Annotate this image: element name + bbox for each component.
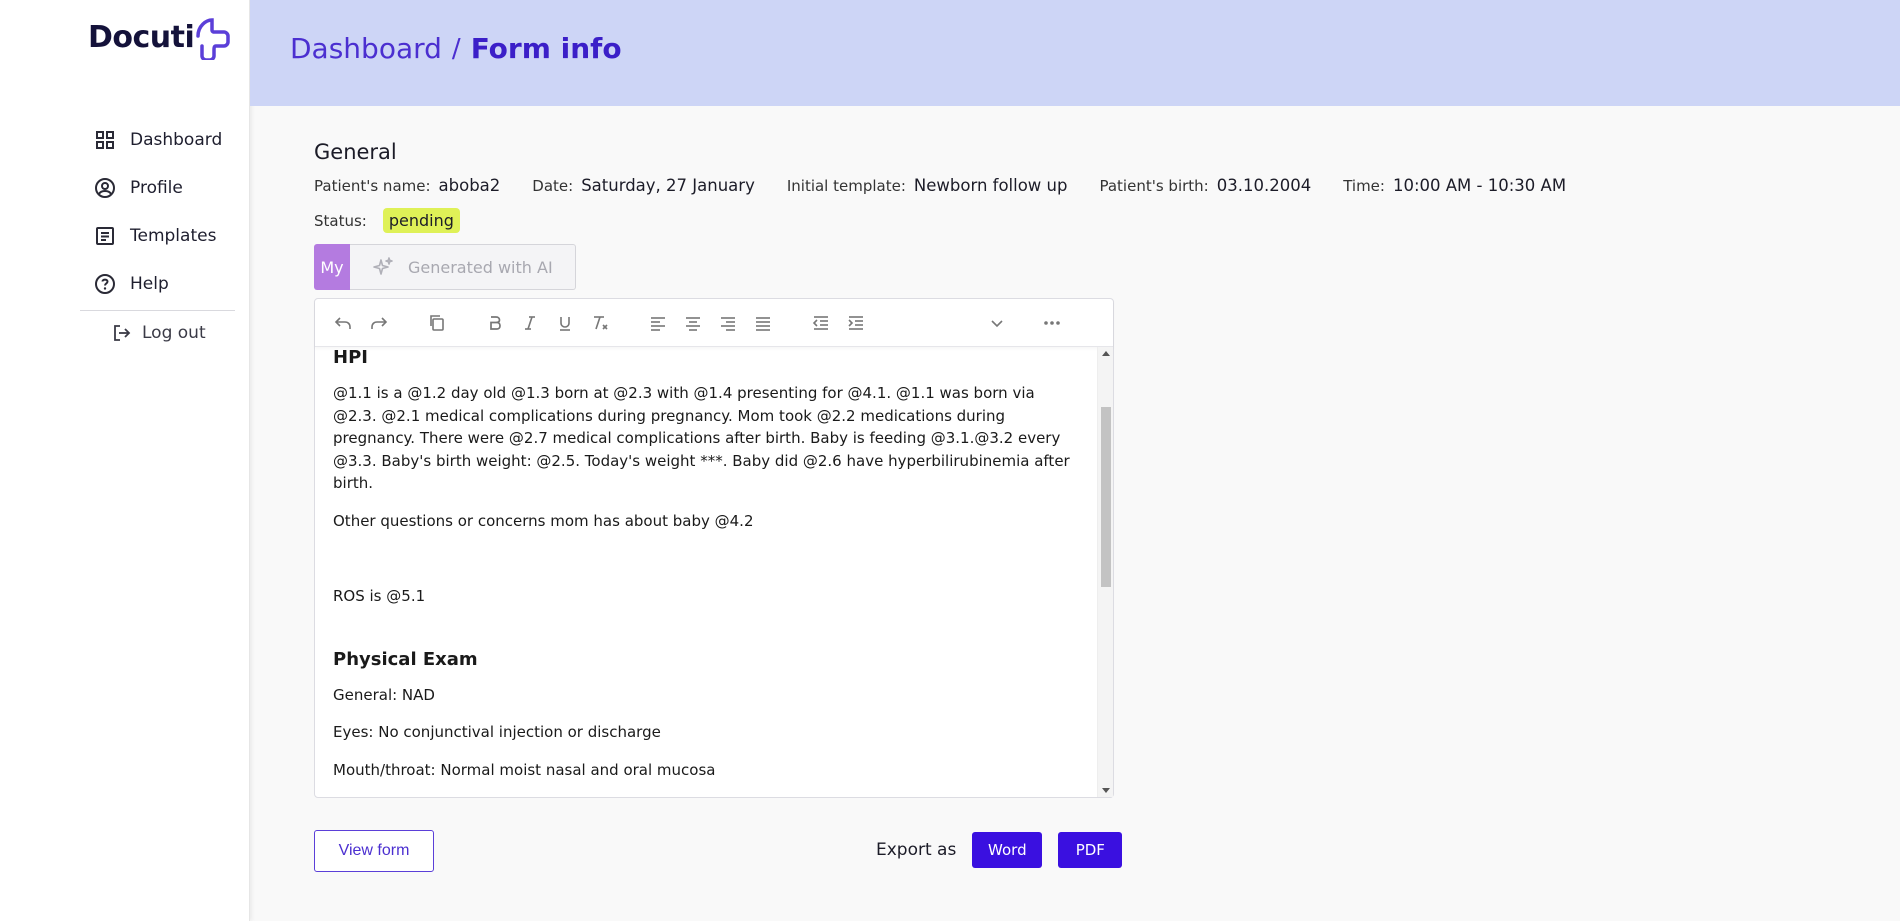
template-field: Initial template: Newborn follow up <box>787 176 1068 195</box>
export-pdf-button[interactable]: PDF <box>1058 832 1123 868</box>
align-left-icon[interactable] <box>646 311 670 335</box>
birth-field: Patient's birth: 03.10.2004 <box>1099 176 1311 195</box>
hpi-paragraph: @1.1 is a @1.2 day old @1.3 born at @2.3… <box>333 384 1070 492</box>
user-circle-icon <box>92 175 118 201</box>
chevron-down-icon[interactable] <box>985 311 1009 335</box>
sidebar-item-dashboard[interactable]: Dashboard <box>80 116 235 164</box>
tab-ai-label: Generated with AI <box>408 257 553 277</box>
status-row: Status: pending <box>314 208 460 233</box>
physical-exam-heading: Physical Exam <box>333 648 478 670</box>
pe-eyes-paragraph: Eyes: No conjunctival injection or disch… <box>333 723 661 741</box>
other-questions-paragraph: Other questions or concerns mom has abou… <box>333 511 754 530</box>
date-value: Saturday, 27 January <box>581 176 755 195</box>
bold-icon[interactable] <box>483 311 507 335</box>
tab-my[interactable]: My <box>314 244 350 290</box>
date-field: Date: Saturday, 27 January <box>532 176 755 195</box>
align-justify-icon[interactable] <box>751 311 775 335</box>
align-right-icon[interactable] <box>716 311 740 335</box>
rich-text-editor[interactable]: HPI @1.1 is a @1.2 day old @1.3 born at … <box>314 298 1114 798</box>
time-value: 10:00 AM - 10:30 AM <box>1392 176 1567 195</box>
logo-text: Docuti <box>88 19 195 55</box>
patient-name-label: Patient's name: <box>314 177 431 195</box>
export-group: Export as Word PDF <box>876 832 1123 868</box>
sidebar: Docuti Dashboard Profile Templates Help … <box>0 0 250 921</box>
undo-icon[interactable] <box>331 311 355 335</box>
logo[interactable]: Docuti <box>88 14 231 60</box>
help-circle-icon <box>92 271 118 297</box>
sidebar-item-label: Dashboard <box>130 130 223 150</box>
redo-icon[interactable] <box>367 311 391 335</box>
grid-icon <box>92 127 118 153</box>
sidebar-item-label: Templates <box>130 226 217 246</box>
template-label: Initial template: <box>786 177 906 195</box>
scroll-down-arrow-icon[interactable] <box>1102 788 1110 793</box>
ros-paragraph: ROS is @5.1 <box>333 587 426 605</box>
align-center-icon[interactable] <box>681 311 705 335</box>
scroll-thumb[interactable] <box>1101 407 1111 587</box>
outdent-icon[interactable] <box>809 311 833 335</box>
time-field: Time: 10:00 AM - 10:30 AM <box>1343 176 1566 195</box>
indent-icon[interactable] <box>844 311 868 335</box>
tab-generated-with-ai[interactable]: Generated with AI <box>350 244 576 290</box>
clear-formatting-icon[interactable] <box>588 311 612 335</box>
sidebar-item-label: Help <box>130 274 169 294</box>
template-value: Newborn follow up <box>913 176 1068 195</box>
birth-label: Patient's birth: <box>1099 177 1209 195</box>
status-badge: pending <box>382 208 460 233</box>
section-title: General <box>314 140 397 164</box>
time-label: Time: <box>1343 177 1385 195</box>
copy-icon[interactable] <box>425 311 449 335</box>
breadcrumb-dashboard-link[interactable]: Dashboard <box>290 32 442 65</box>
main-content: General Patient's name: aboba2 Date: Sat… <box>314 140 1566 872</box>
editor-toolbar <box>315 299 1113 347</box>
logo-mark-icon <box>196 18 231 60</box>
more-options-icon[interactable] <box>1040 311 1064 335</box>
sidebar-item-templates[interactable]: Templates <box>80 212 235 260</box>
logout-icon <box>110 321 134 345</box>
birth-value: 03.10.2004 <box>1216 176 1312 195</box>
pe-mouth-paragraph: Mouth/throat: Normal moist nasal and ora… <box>333 760 716 779</box>
document-icon <box>92 223 118 249</box>
logout-button[interactable]: Log out <box>110 311 235 355</box>
page-title: Form info <box>470 32 622 65</box>
editor-content[interactable]: HPI @1.1 is a @1.2 day old @1.3 born at … <box>315 347 1097 797</box>
sparkle-icon <box>372 256 394 278</box>
page-header: Dashboard / Form info <box>250 0 1900 106</box>
editor-scrollbar[interactable] <box>1097 347 1113 797</box>
hpi-heading: HPI <box>333 347 368 368</box>
breadcrumb-separator: / <box>451 33 461 64</box>
export-label: Export as <box>876 840 957 860</box>
sidebar-item-label: Profile <box>130 178 183 198</box>
italic-icon[interactable] <box>518 311 542 335</box>
status-label: Status: <box>314 211 367 230</box>
sidebar-item-help[interactable]: Help <box>80 260 235 308</box>
pe-general-paragraph: General: NAD <box>333 685 435 704</box>
underline-icon[interactable] <box>553 311 577 335</box>
export-word-button[interactable]: Word <box>972 832 1043 868</box>
scroll-up-arrow-icon[interactable] <box>1102 351 1110 356</box>
sidebar-nav: Dashboard Profile Templates Help Log out <box>80 116 235 355</box>
version-tabs: My Generated with AI <box>314 244 576 290</box>
patient-name-value: aboba2 <box>438 176 501 195</box>
sidebar-item-profile[interactable]: Profile <box>80 164 235 212</box>
view-form-button[interactable]: View form <box>314 830 434 872</box>
date-label: Date: <box>532 177 574 195</box>
patient-meta-row: Patient's name: aboba2 Date: Saturday, 2… <box>314 176 1598 195</box>
logout-label: Log out <box>142 323 206 343</box>
patient-name-field: Patient's name: aboba2 <box>314 176 500 195</box>
breadcrumb: Dashboard / Form info <box>290 32 622 65</box>
